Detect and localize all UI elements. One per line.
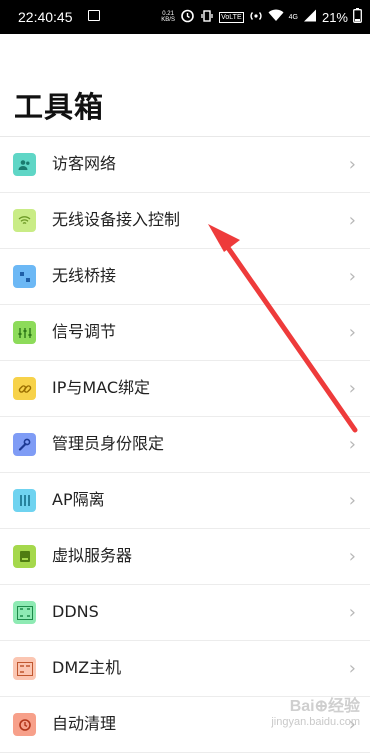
ddns-icon	[13, 601, 36, 624]
chevron-right-icon: ›	[348, 322, 356, 343]
bridge-dots-icon	[13, 265, 36, 288]
dmz-icon	[13, 657, 36, 680]
chevron-right-icon: ›	[348, 210, 356, 231]
vibrate-icon	[200, 9, 214, 26]
list-item-label: 访客网络	[52, 154, 117, 173]
list-item-admin-restriction[interactable]: 管理员身份限定 ›	[0, 417, 370, 473]
page-title: 工具箱	[14, 90, 105, 124]
list-item-ap-isolation[interactable]: AP隔离 ›	[0, 473, 370, 529]
chevron-right-icon: ›	[348, 266, 356, 287]
toolbox-list: 访客网络 › 无线设备接入控制 › 无线桥接 › 信号调节 › IP与MAC绑定…	[0, 136, 370, 753]
chevron-right-icon: ›	[348, 658, 356, 679]
guest-users-icon	[13, 153, 36, 176]
chevron-right-icon: ›	[348, 602, 356, 623]
list-item-label: DMZ主机	[52, 658, 122, 677]
server-icon	[13, 545, 36, 568]
list-item-label: 无线桥接	[52, 266, 117, 285]
chevron-right-icon: ›	[348, 154, 356, 175]
list-item-label: AP隔离	[52, 490, 105, 509]
net-speed: 0.21 KB/S	[161, 11, 175, 23]
chevron-right-icon: ›	[348, 378, 356, 399]
alarm-icon	[180, 8, 195, 26]
watermark-url: jingyan.baidu.com	[271, 716, 360, 728]
status-icons: 0.21 KB/S VoLTE 4G 21%	[161, 7, 362, 27]
chevron-right-icon: ›	[348, 490, 356, 511]
list-item-label: 管理员身份限定	[52, 434, 165, 453]
link-icon	[13, 377, 36, 400]
list-item-signal-adjust[interactable]: 信号调节 ›	[0, 305, 370, 361]
network-type-icon: 4G	[288, 13, 298, 21]
wifi-icon	[13, 209, 36, 232]
gallery-notification-icon	[88, 10, 100, 21]
ap-bars-icon	[13, 489, 36, 512]
battery-percent: 21%	[321, 9, 348, 25]
list-item-wireless-access-control[interactable]: 无线设备接入控制 ›	[0, 193, 370, 249]
equalizer-icon	[13, 321, 36, 344]
wifi-status-icon	[268, 9, 284, 25]
list-item-label: 虚拟服务器	[52, 546, 133, 565]
list-item-label: IP与MAC绑定	[52, 378, 151, 397]
volte-icon: VoLTE	[219, 11, 244, 23]
list-item-guest-network[interactable]: 访客网络 ›	[0, 137, 370, 193]
watermark-logo: Bai⊕经验	[289, 698, 360, 715]
signal-icon	[303, 9, 317, 25]
list-item-dmz-host[interactable]: DMZ主机 ›	[0, 641, 370, 697]
list-item-label: DDNS	[52, 602, 99, 621]
chevron-right-icon: ›	[348, 434, 356, 455]
list-item-label: 信号调节	[52, 322, 117, 341]
list-item-label: 无线设备接入控制	[52, 210, 181, 229]
chevron-right-icon: ›	[348, 546, 356, 567]
list-item-virtual-server[interactable]: 虚拟服务器 ›	[0, 529, 370, 585]
status-bar: 22:40:45 0.21 KB/S VoLTE 4G 21%	[0, 0, 370, 34]
watermark: Bai⊕经验 jingyan.baidu.com	[271, 692, 360, 728]
list-item-ip-mac-binding[interactable]: IP与MAC绑定 ›	[0, 361, 370, 417]
list-item-wireless-bridge[interactable]: 无线桥接 ›	[0, 249, 370, 305]
hotspot-icon	[249, 9, 263, 26]
wrench-icon	[13, 433, 36, 456]
clean-timer-icon	[13, 713, 36, 736]
battery-icon	[353, 8, 362, 26]
list-item-ddns[interactable]: DDNS ›	[0, 585, 370, 641]
status-time: 22:40:45	[18, 9, 73, 25]
